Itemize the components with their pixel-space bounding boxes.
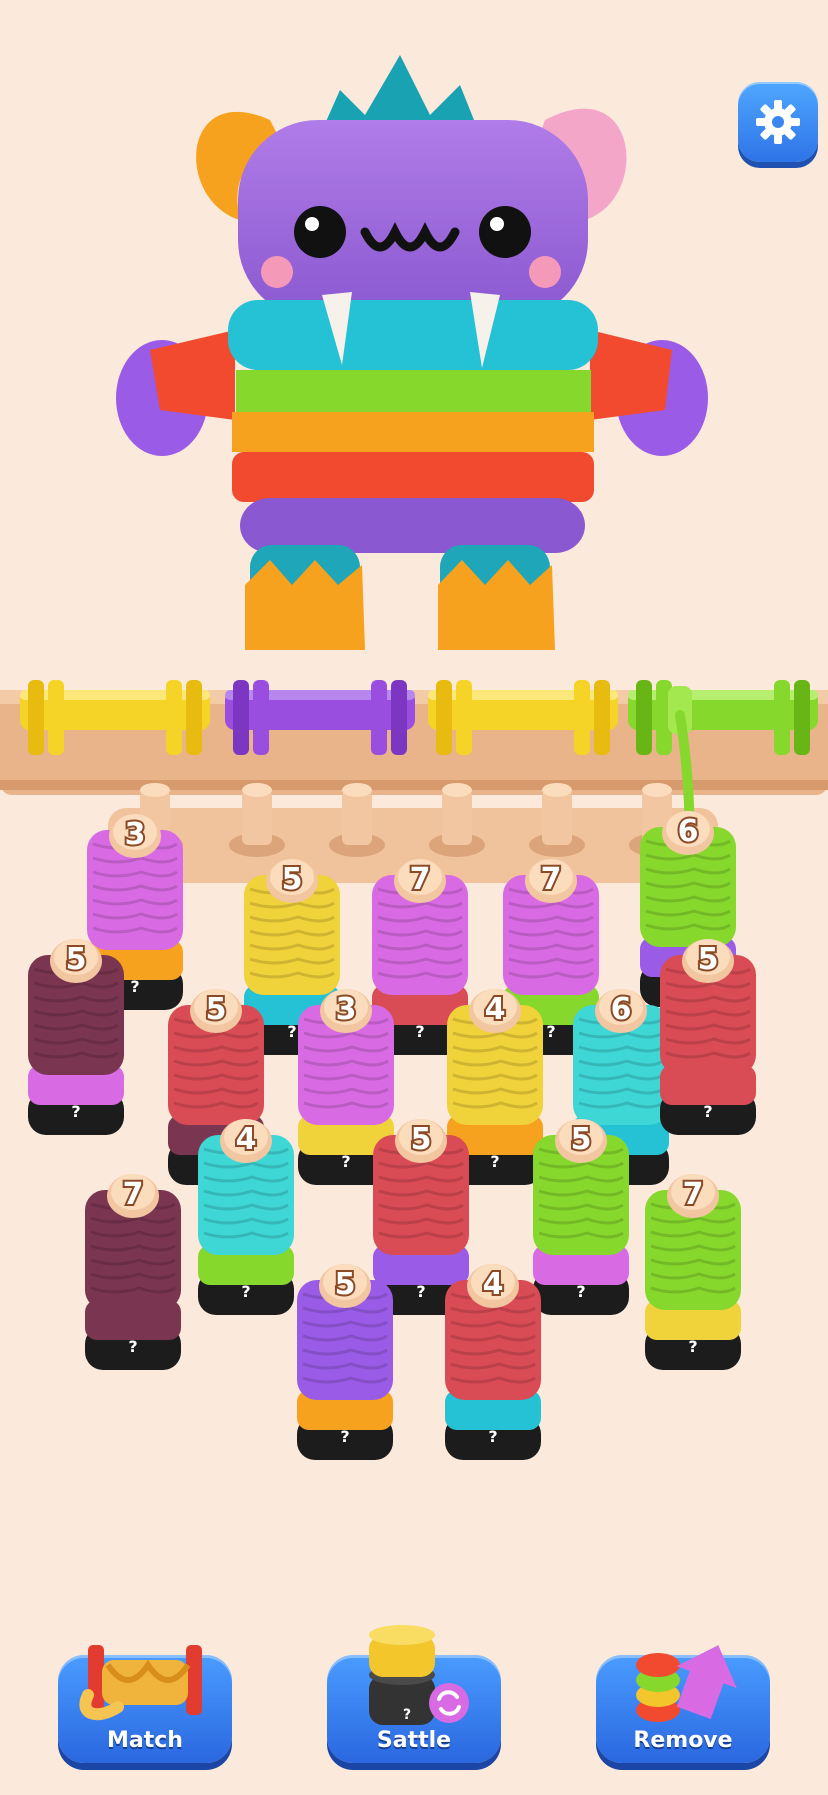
stack-hidden-marker: ? [546,1022,555,1041]
yarn-stack[interactable]: 5? [28,939,124,1135]
settings-button[interactable] [738,82,818,162]
yarn-stack[interactable]: 7? [645,1174,741,1370]
stack-count: 4 [485,992,506,1027]
stack-count: 7 [123,1177,144,1212]
match-button[interactable]: Match [58,1645,232,1763]
stack-count: 3 [336,992,357,1027]
stack-hidden-marker: ? [71,1102,80,1121]
stack-count: 5 [411,1122,432,1157]
stack-hidden-marker: ? [340,1427,349,1446]
spool-rope-icon [79,1645,202,1721]
game-board: 3?5?7?7?6?5?5?3?4?6?5?4?5?5?7?7?5?4? [0,55,828,1460]
stack-count: 3 [125,817,146,852]
yarn-stack[interactable]: 5? [533,1119,629,1315]
shuffle-hint: ? [402,1707,412,1723]
stack-count: 7 [541,862,562,897]
stack-count: 6 [678,814,699,849]
stack-count: 4 [483,1267,504,1302]
stack-hidden-marker: ? [688,1337,697,1356]
stack-count: 6 [611,992,632,1027]
stack-hidden-marker: ? [416,1282,425,1301]
stack-count: 5 [698,942,719,977]
stack-count: 4 [236,1122,257,1157]
stack-hidden-marker: ? [703,1102,712,1121]
stack-count: 5 [206,992,227,1027]
yarn-stack[interactable]: 4? [445,1264,541,1460]
match-label: Match [107,1728,183,1753]
yarn-stack[interactable]: 7? [85,1174,181,1370]
shuffle-label: Sattle [376,1728,452,1753]
stack-hidden-marker: ? [130,977,139,996]
yarn-stack[interactable]: 5? [297,1264,393,1460]
stack-hidden-marker: ? [341,1152,350,1171]
stack-hidden-marker: ? [128,1337,137,1356]
stack-hidden-marker: ? [241,1282,250,1301]
stack-count: 7 [683,1177,704,1212]
remove-label: Remove [633,1728,733,1753]
stack-hidden-marker: ? [576,1282,585,1301]
remove-button[interactable]: Remove [596,1645,770,1763]
stack-count: 5 [66,942,87,977]
stack-count: 5 [282,862,303,897]
yarn-stack-grid: 3?5?7?7?6?5?5?3?4?6?5?4?5?5?7?7?5?4? [28,811,756,1460]
stack-hidden-marker: ? [490,1152,499,1171]
remove-arrow-icon [636,1645,737,1722]
shuffle-button[interactable]: ? Sattle [327,1625,501,1763]
yarn-stack[interactable]: 4? [198,1119,294,1315]
stack-count: 7 [410,862,431,897]
stack-count: 5 [335,1267,356,1302]
yarn-stack[interactable]: 5? [660,939,756,1135]
stack-hidden-marker: ? [488,1427,497,1446]
stack-hidden-marker: ? [415,1022,424,1041]
target-monster-illustration [116,55,708,650]
gear-icon [756,100,800,144]
stack-count: 5 [571,1122,592,1157]
stack-hidden-marker: ? [287,1022,296,1041]
